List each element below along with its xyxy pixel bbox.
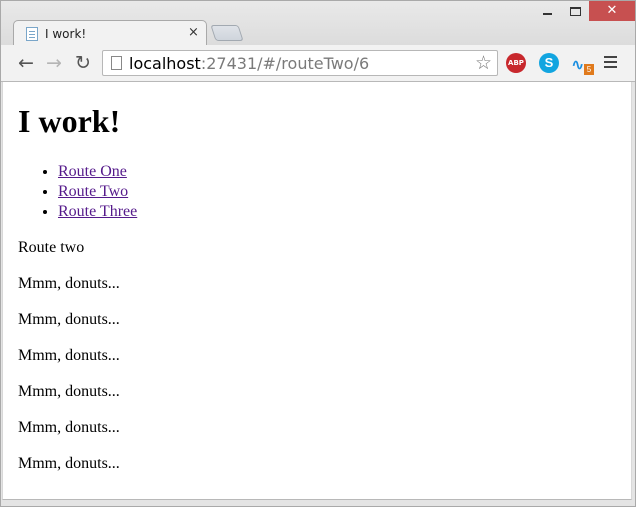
forward-arrow-icon[interactable]: →	[44, 53, 64, 73]
title-bar: I work! × ✕	[1, 1, 635, 46]
document-icon	[26, 27, 38, 41]
reload-icon[interactable]: ↻	[73, 53, 93, 73]
tab-close-icon[interactable]: ×	[188, 25, 199, 41]
donut-line: Mmm, donuts...	[18, 347, 120, 364]
donut-line: Mmm, donuts...	[18, 311, 120, 328]
extension-wave-glyph: ∿	[571, 55, 585, 74]
bookmark-star-icon[interactable]: ☆	[475, 52, 492, 74]
extension-badge: 5	[584, 64, 594, 75]
adblock-plus-icon[interactable]: ABP	[506, 53, 526, 73]
tab-title: I work!	[45, 27, 87, 41]
close-window-button[interactable]: ✕	[589, 1, 635, 21]
menu-icon[interactable]	[604, 55, 618, 71]
maximize-button[interactable]	[562, 1, 589, 21]
route-two-link[interactable]: Route Two	[58, 183, 128, 200]
page-title: I work!	[18, 103, 121, 139]
url-host: localhost	[129, 54, 201, 73]
browser-tab[interactable]: I work! ×	[13, 20, 207, 46]
route-one-link[interactable]: Route One	[58, 163, 127, 180]
address-bar[interactable]: localhost:27431/#/routeTwo/6 ☆	[102, 50, 498, 76]
list-item: Route Two	[58, 182, 137, 202]
donut-line: Mmm, donuts...	[18, 455, 120, 472]
browser-window: I work! × ✕ ← → ↻ localhost:27431/#/rout…	[0, 0, 636, 507]
route-nav-list: Route One Route Two Route Three	[18, 162, 137, 222]
back-arrow-icon[interactable]: ←	[16, 53, 36, 73]
donut-line: Mmm, donuts...	[18, 275, 120, 292]
url-path: :27431/#/routeTwo/6	[200, 54, 370, 73]
list-item: Route Three	[58, 202, 137, 222]
skype-icon[interactable]: S	[539, 53, 559, 73]
url-text[interactable]: localhost:27431/#/routeTwo/6	[129, 54, 369, 73]
route-label: Route two	[18, 239, 85, 256]
new-tab-button[interactable]	[210, 25, 244, 41]
browser-toolbar: ← → ↻ localhost:27431/#/routeTwo/6 ☆ ABP…	[1, 45, 635, 82]
list-item: Route One	[58, 162, 137, 182]
page-icon	[111, 56, 122, 70]
minimize-button[interactable]	[531, 1, 562, 21]
route-three-link[interactable]: Route Three	[58, 203, 137, 220]
extension-icon[interactable]: ∿ 5	[571, 53, 594, 75]
page-content: I work! Route One Route Two Route Three …	[2, 82, 632, 500]
donut-line: Mmm, donuts...	[18, 419, 120, 436]
donut-line: Mmm, donuts...	[18, 383, 120, 400]
